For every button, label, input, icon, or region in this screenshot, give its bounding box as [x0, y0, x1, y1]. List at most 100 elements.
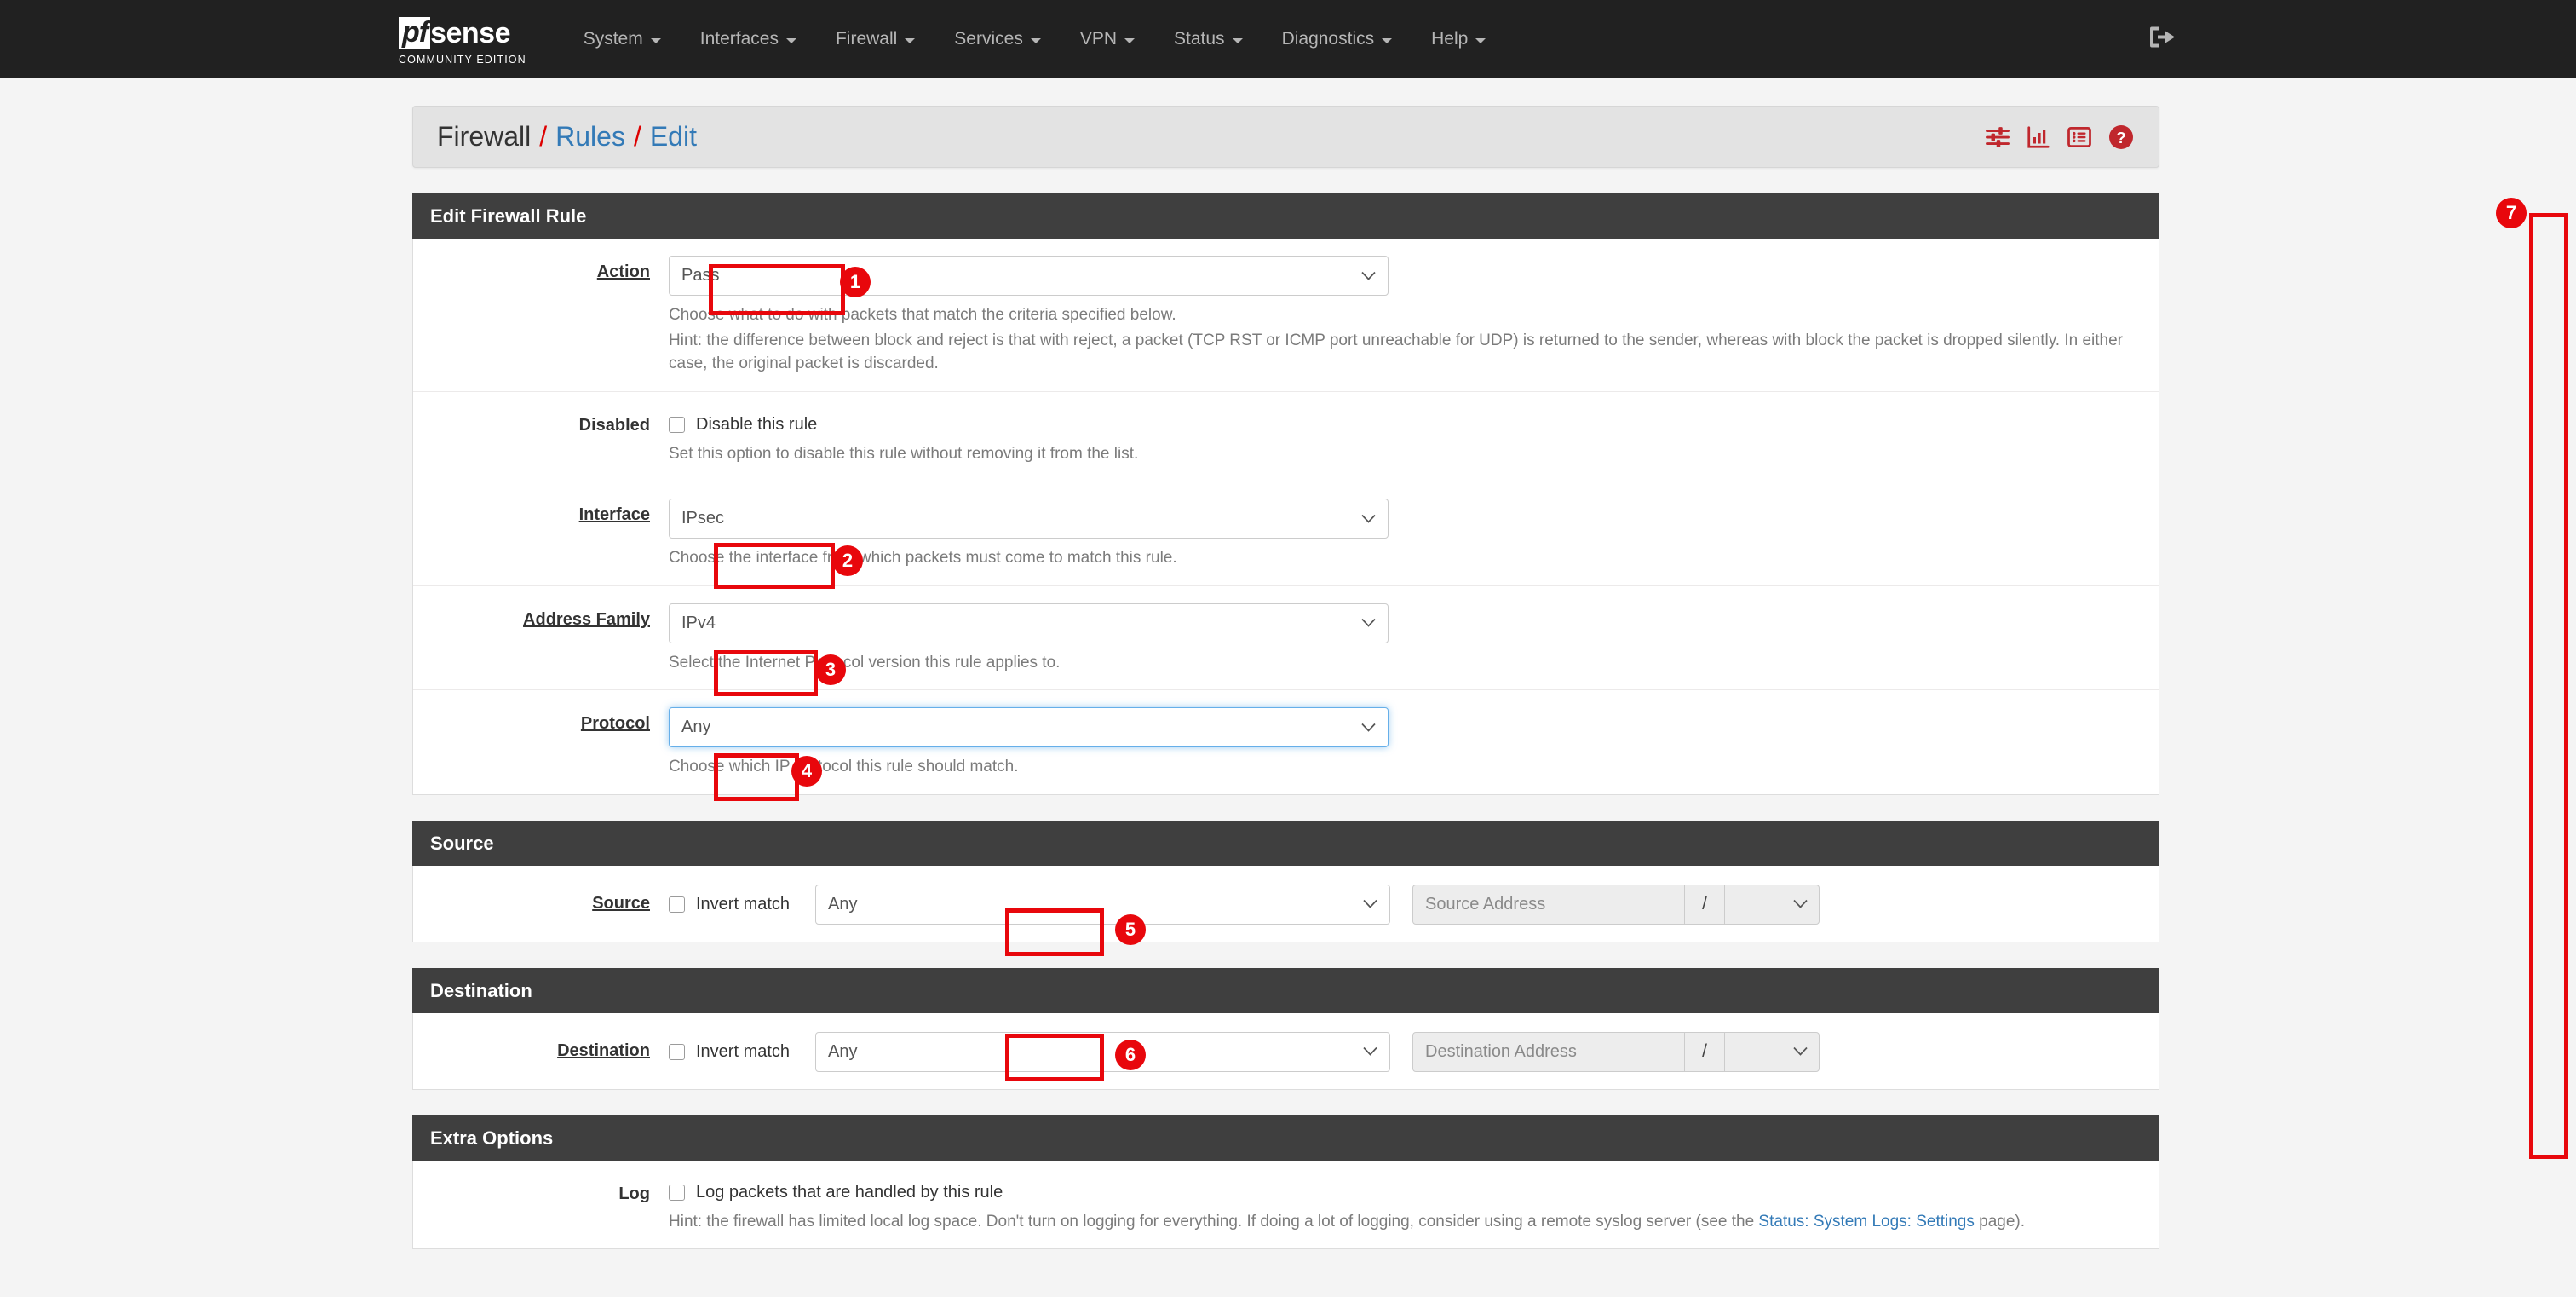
- disable-rule-checkbox[interactable]: Disable this rule: [669, 415, 817, 435]
- label-disabled: Disabled: [413, 409, 669, 466]
- checkbox-box[interactable]: [669, 1185, 685, 1201]
- label-destination[interactable]: Destination: [413, 1032, 669, 1072]
- destination-invert-match-checkbox[interactable]: Invert match: [669, 1041, 815, 1062]
- destination-type-select[interactable]: Any: [815, 1032, 1390, 1072]
- label-address-family[interactable]: Address Family: [413, 603, 669, 675]
- chevron-down-icon: [1475, 38, 1486, 43]
- label-log: Log: [413, 1178, 669, 1234]
- content-destination: Invert match Any Destination Address /: [669, 1032, 2159, 1072]
- destination-cidr-select[interactable]: [1724, 1032, 1820, 1072]
- destination-type-select-value: Any: [828, 1042, 857, 1061]
- protocol-select[interactable]: Any: [669, 707, 1389, 747]
- row-destination: Destination Invert match Any Destination…: [413, 1013, 2159, 1089]
- source-address-input[interactable]: Source Address: [1412, 885, 1685, 925]
- nav-item-vpn-label: VPN: [1080, 29, 1117, 49]
- breadcrumb-icons: ?: [1985, 124, 2135, 151]
- panel-body-extra-options: Log Log packets that are handled by this…: [412, 1161, 2159, 1250]
- action-select-value: Pass: [681, 266, 719, 285]
- panel-body-source: Source Invert match Any Source Address: [412, 866, 2159, 942]
- sliders-icon[interactable]: [1985, 124, 2010, 150]
- system-logs-settings-link[interactable]: Status: System Logs: Settings: [1758, 1213, 1974, 1231]
- source-invert-match-checkbox[interactable]: Invert match: [669, 894, 815, 914]
- navbar-inner: pfsense COMMUNITY EDITION System Interfa…: [0, 0, 1505, 78]
- log-packets-checkbox[interactable]: Log packets that are handled by this rul…: [669, 1183, 1003, 1202]
- logout-icon[interactable]: [2148, 25, 2177, 55]
- help-icon[interactable]: ?: [2107, 124, 2135, 151]
- panel-body-destination: Destination Invert match Any Destination…: [412, 1013, 2159, 1090]
- breadcrumb-edit-link[interactable]: Edit: [650, 121, 697, 153]
- panel-extra-options: Extra Options Log Log packets that are h…: [412, 1115, 2159, 1250]
- chevron-down-icon: [1361, 514, 1376, 523]
- chevron-down-icon: [1361, 723, 1376, 732]
- nav-item-diagnostics-label: Diagnostics: [1282, 29, 1375, 49]
- nav-item-firewall[interactable]: Firewall: [816, 0, 934, 78]
- brand-subtitle: COMMUNITY EDITION: [399, 54, 526, 66]
- help-action-line1: Choose what to do with packets that matc…: [669, 303, 2147, 327]
- checkbox-box[interactable]: [669, 896, 685, 913]
- help-log-suffix: page).: [1975, 1213, 2025, 1231]
- label-action[interactable]: Action: [413, 256, 669, 376]
- nav-item-status[interactable]: Status: [1154, 0, 1262, 78]
- chevron-down-icon: [1361, 271, 1376, 280]
- label-interface[interactable]: Interface: [413, 499, 669, 570]
- help-log-prefix: Hint: the firewall has limited local log…: [669, 1213, 1758, 1231]
- chevron-down-icon: [651, 38, 661, 43]
- help-log: Hint: the firewall has limited local log…: [669, 1210, 2147, 1234]
- nav-item-interfaces[interactable]: Interfaces: [681, 0, 816, 78]
- help-action-line2: Hint: the difference between block and r…: [669, 329, 2147, 376]
- label-protocol[interactable]: Protocol: [413, 707, 669, 779]
- breadcrumb-firewall: Firewall: [437, 121, 531, 153]
- nav-item-services[interactable]: Services: [934, 0, 1061, 78]
- panel-destination: Destination Destination Invert match Any: [412, 968, 2159, 1090]
- source-cidr-select[interactable]: [1724, 885, 1820, 925]
- destination-address-input[interactable]: Destination Address: [1412, 1032, 1685, 1072]
- address-family-select[interactable]: IPv4: [669, 603, 1389, 643]
- nav-item-system-label: System: [584, 29, 643, 49]
- source-invert-match-label: Invert match: [696, 895, 790, 914]
- breadcrumb-separator: /: [634, 121, 641, 153]
- content-protocol: Any Choose which IP protocol this rule s…: [669, 707, 2159, 779]
- log-packets-checkbox-label: Log packets that are handled by this rul…: [696, 1183, 1003, 1202]
- content-interface: IPsec Choose the interface from which pa…: [669, 499, 2159, 570]
- chevron-down-icon: [1793, 1047, 1808, 1057]
- interface-select[interactable]: IPsec: [669, 499, 1389, 539]
- destination-invert-match-label: Invert match: [696, 1042, 790, 1062]
- action-select[interactable]: Pass: [669, 256, 1389, 296]
- chevron-down-icon: [1031, 38, 1041, 43]
- nav-item-vpn[interactable]: VPN: [1061, 0, 1154, 78]
- top-navbar: pfsense COMMUNITY EDITION System Interfa…: [0, 0, 2576, 78]
- source-type-select[interactable]: Any: [815, 885, 1390, 925]
- disable-rule-checkbox-label: Disable this rule: [696, 415, 817, 435]
- page-container: Firewall / Rules / Edit: [0, 106, 2576, 1249]
- help-protocol: Choose which IP protocol this rule shoul…: [669, 755, 2147, 779]
- list-icon[interactable]: [2067, 124, 2092, 150]
- content-source: Invert match Any Source Address /: [669, 885, 2159, 925]
- nav-item-firewall-label: Firewall: [836, 29, 897, 49]
- help-interface: Choose the interface from which packets …: [669, 546, 2147, 570]
- chevron-down-icon: [1124, 38, 1135, 43]
- chevron-down-icon: [1361, 619, 1376, 628]
- brand-sense-text: sense: [430, 19, 510, 48]
- chevron-down-icon: [1363, 1047, 1377, 1057]
- checkbox-box[interactable]: [669, 1044, 685, 1060]
- row-log: Log Log packets that are handled by this…: [413, 1161, 2159, 1249]
- svg-text:?: ?: [2116, 128, 2125, 146]
- pfsense-logo[interactable]: pfsense COMMUNITY EDITION: [399, 0, 526, 78]
- bar-chart-icon[interactable]: [2026, 124, 2051, 150]
- chevron-down-icon: [1793, 900, 1808, 909]
- panel-source: Source Source Invert match Any: [412, 821, 2159, 942]
- chevron-down-icon: [1363, 900, 1377, 909]
- interface-select-value: IPsec: [681, 509, 724, 527]
- help-disabled: Set this option to disable this rule wit…: [669, 442, 2147, 466]
- checkbox-box[interactable]: [669, 417, 685, 433]
- nav-item-services-label: Services: [954, 29, 1023, 49]
- brand-logo-row: pfsense: [399, 17, 526, 49]
- chevron-down-icon: [905, 38, 915, 43]
- nav-item-system[interactable]: System: [564, 0, 681, 78]
- nav-item-help[interactable]: Help: [1412, 0, 1505, 78]
- nav-item-diagnostics[interactable]: Diagnostics: [1262, 0, 1412, 78]
- breadcrumb-separator: /: [539, 121, 547, 153]
- breadcrumb-rules-link[interactable]: Rules: [555, 121, 625, 153]
- row-address-family: Address Family IPv4 Select the Internet …: [413, 586, 2159, 691]
- label-source[interactable]: Source: [413, 885, 669, 925]
